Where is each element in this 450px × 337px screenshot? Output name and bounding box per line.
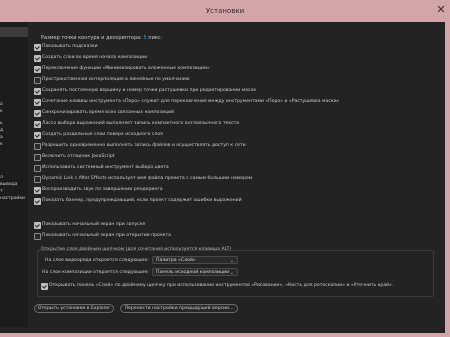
option-label: Использовать системный инструмент выбора… bbox=[42, 164, 169, 170]
sidebar-item-general-selected[interactable] bbox=[0, 27, 28, 37]
option-label: Сохранять постоянную вершину и номер точ… bbox=[42, 87, 257, 93]
checkbox-show-tooltips[interactable] bbox=[34, 44, 41, 51]
option-label: Показывать начальный экран при запуске bbox=[42, 221, 146, 227]
sidebar-item[interactable]: д bbox=[0, 128, 3, 133]
sidebar-item[interactable]: а bbox=[0, 102, 3, 107]
checkbox-play-sound-on-render-finish[interactable] bbox=[34, 187, 41, 194]
checkbox-allow-scripts-network[interactable] bbox=[34, 143, 41, 150]
chevron-down-icon: ⌄ bbox=[229, 270, 234, 276]
option-label: Создать слои во время начала композиции bbox=[42, 54, 148, 60]
option-label: Включить отладчик JavaScript bbox=[42, 153, 115, 159]
checkbox-default-linear-interpolation[interactable] bbox=[34, 77, 41, 84]
sidebar-item-settings[interactable]: настройки bbox=[0, 196, 25, 201]
checkbox-enable-javascript-debugger[interactable] bbox=[34, 154, 41, 161]
checkbox-show-start-screen-at-launch[interactable] bbox=[34, 222, 41, 229]
option-label: Сочетание клавиш инструмента «Перо» служ… bbox=[42, 98, 340, 104]
checkbox-pen-tool-shortcut-toggle[interactable] bbox=[34, 99, 41, 106]
sidebar: а к ь д а к л вывода т настройки bbox=[0, 22, 28, 327]
migrate-settings-button[interactable]: Перенести настройки предыдущей версии... bbox=[120, 304, 238, 313]
footage-layer-label: На слое видеоряда откроется следующее: bbox=[45, 258, 149, 263]
close-icon[interactable]: ✕ bbox=[435, 4, 447, 16]
sidebar-item[interactable]: к bbox=[0, 109, 3, 114]
path-point-size-row: Размер точки контура и дескриптора: 5 пи… bbox=[41, 35, 162, 41]
checkbox-dynamic-link-highest-number[interactable] bbox=[34, 176, 41, 183]
checkbox-show-expression-error-banner[interactable] bbox=[34, 198, 41, 205]
window-title: Установки bbox=[205, 7, 245, 15]
option-label: Создать раздельные слои поверх исходного… bbox=[42, 131, 163, 137]
title-bar: Установки ✕ bbox=[0, 0, 450, 22]
sidebar-item[interactable]: т bbox=[0, 189, 3, 194]
checkbox-preserve-vertex-count[interactable] bbox=[34, 88, 41, 95]
checkbox-expression-pick-whip[interactable] bbox=[34, 121, 41, 128]
checkbox-open-layer-panel-paint-tools[interactable] bbox=[41, 283, 48, 290]
checkbox-show-start-screen-on-open[interactable] bbox=[34, 233, 41, 240]
option-label: Показывать начальный экран при открытии … bbox=[42, 232, 171, 238]
chevron-down-icon: ⌄ bbox=[229, 258, 234, 264]
sidebar-item[interactable]: к bbox=[0, 142, 3, 147]
comp-layer-label: На слое композиции откроется следующее: bbox=[42, 270, 149, 275]
reveal-preferences-button[interactable]: Открыть установки в Explorer bbox=[34, 304, 114, 313]
option-label: Переключение функции «Минимизировать вло… bbox=[42, 65, 210, 71]
window-frame-right bbox=[445, 22, 450, 337]
option-label: Лассо выбора выражений выполняет запись … bbox=[42, 120, 240, 126]
option-label: Показывать подсказки bbox=[42, 43, 98, 49]
checkbox-synchronize-time[interactable] bbox=[34, 110, 41, 117]
comp-layer-dropdown[interactable]: Панель исходной композиции ⌄ bbox=[152, 268, 238, 276]
option-label: Показать баннер, предупреждающий, если п… bbox=[42, 197, 242, 203]
path-point-size-value[interactable]: 5 bbox=[144, 35, 147, 41]
comp-layer-value: Панель исходной композиции bbox=[156, 270, 230, 275]
option-label: Открывать панель «Слой» по двойному щелч… bbox=[49, 282, 394, 288]
double-click-group-label: Открытие слоя двойным щелчком (для сочет… bbox=[41, 247, 232, 252]
option-label: Dynamic Link с After Effects использует … bbox=[42, 175, 253, 181]
sidebar-item[interactable]: а bbox=[0, 135, 3, 140]
sidebar-item-output[interactable]: вывода bbox=[0, 182, 17, 187]
checkbox-switches-affect-nested-comps[interactable] bbox=[34, 66, 41, 73]
sidebar-item[interactable]: ь bbox=[0, 121, 3, 126]
option-label: Разрешить одновременно выполнять запись … bbox=[42, 142, 246, 148]
checkbox-system-color-picker[interactable] bbox=[34, 165, 41, 172]
window-frame-bottom bbox=[0, 333, 450, 337]
path-point-size-label: Размер точки контура и дескриптора: bbox=[41, 35, 142, 41]
preferences-window: Установки ✕ а к ь д а к л вывода т настр… bbox=[0, 0, 450, 337]
option-label: Воспроизводить звук по завершении рендер… bbox=[42, 186, 163, 192]
path-point-size-unit: пикс. bbox=[148, 35, 163, 41]
footage-layer-dropdown[interactable]: Палитра «Слой» ⌄ bbox=[152, 256, 238, 264]
footage-layer-value: Палитра «Слой» bbox=[156, 258, 196, 263]
option-label: Синхронизировать время всех связанных ко… bbox=[42, 109, 174, 115]
option-label: Пространственная интерполяция в линейные… bbox=[42, 76, 190, 82]
checkbox-create-layers-at-comp-start[interactable] bbox=[34, 55, 41, 62]
sidebar-item[interactable]: л bbox=[0, 175, 3, 180]
checkbox-create-split-layers-above[interactable] bbox=[34, 132, 41, 139]
